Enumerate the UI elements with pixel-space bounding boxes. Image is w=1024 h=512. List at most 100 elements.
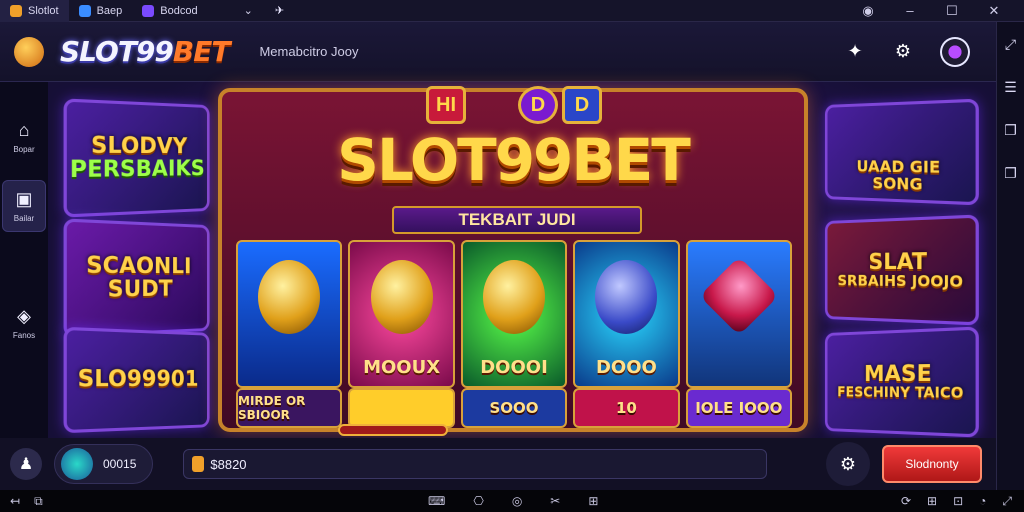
expand-icon[interactable]: ⤢ <box>1002 494 1012 509</box>
settings-icon[interactable]: ⚙ <box>892 41 914 63</box>
bell-icon[interactable]: ◔ <box>979 494 986 509</box>
minimize-icon[interactable]: – <box>898 3 922 19</box>
card-title: SLODVY <box>90 132 188 159</box>
list-icon[interactable]: ☰ <box>1004 79 1017 96</box>
header-subtitle: Memabcitro Jooy <box>259 44 359 59</box>
game-card[interactable]: MASE FESCHINY TAICO <box>824 326 979 438</box>
screenshot-icon[interactable]: ⊞ <box>588 494 598 508</box>
reel-label: DOOO <box>595 357 657 378</box>
right-system-rail: ⤢ ☰ ❐ ❐ <box>996 22 1024 490</box>
window-titlebar: Slotlot Baep Bodcod ⌄ ✈ ◉ – ☐ ✕ <box>0 0 1024 22</box>
home-icon: ⌂ <box>18 120 30 140</box>
bonus-tile[interactable]: 10 <box>573 388 680 428</box>
user-icon[interactable]: ♟ <box>10 448 42 480</box>
balance-pill[interactable]: 00015 <box>54 444 154 484</box>
card-subtitle: SUDT <box>107 276 173 303</box>
coin-icon <box>258 260 321 334</box>
reel: DOOO <box>573 240 680 388</box>
maximize-icon[interactable]: ☐ <box>940 3 964 19</box>
scissors-icon[interactable]: ✂ <box>550 494 560 508</box>
game-stage: SLODVY PERSBAIKS SCAONLI SUDT SLO99901 U… <box>48 82 996 438</box>
logo-accent: BET <box>172 35 231 68</box>
tab-label: Slotlot <box>28 4 59 17</box>
copy-icon[interactable]: ❐ <box>1004 122 1017 139</box>
game-card[interactable]: SLO99901 <box>63 326 210 434</box>
control-bar: ♟ 00015 $8820 ⚙ Slodnonty <box>0 438 996 490</box>
gamepad-icon[interactable]: ⎔ <box>473 494 483 508</box>
grid-icon[interactable]: ⊞ <box>927 494 937 509</box>
diamond-icon: ◈ <box>17 306 31 326</box>
sidebar-item-fanos[interactable]: ◈ Fanos <box>2 298 46 348</box>
card-subtitle: SRBAIHS JOOJO <box>837 271 964 291</box>
game-card[interactable]: SCAONLI SUDT <box>63 218 210 338</box>
reel: DOOOI <box>460 240 568 388</box>
close-icon[interactable]: ✕ <box>982 3 1006 19</box>
app-icon <box>78 4 91 17</box>
bonus-tile[interactable]: IOLE IOOO <box>685 388 793 428</box>
tab-slotlot[interactable]: Slotlot <box>0 0 69 22</box>
machine-badge: HI <box>426 86 466 124</box>
reel: MOOUX <box>348 240 455 388</box>
settings-button[interactable]: ⚙ <box>826 442 870 486</box>
reel <box>685 240 793 388</box>
app-icon <box>142 4 155 17</box>
sidebar-item-home[interactable]: ⌂ Bopar <box>2 112 46 162</box>
card-subtitle: PERSBAIKS <box>69 156 205 184</box>
bonus-row: MIRDE OR SBIOOR SOOO 10 IOLE IOOO <box>236 388 793 428</box>
window-icon[interactable]: ⧉ <box>34 494 43 509</box>
spin-lever-bar[interactable] <box>338 424 448 436</box>
reel-strip: MOOUX DOOOI DOOO <box>236 240 793 388</box>
left-sidebar: ⌂ Bopar ▣ Bailar ◈ Fanos <box>0 82 48 438</box>
chevron-down-icon[interactable]: ⌄ <box>244 4 253 17</box>
tab-baep[interactable]: Baep <box>69 0 133 22</box>
pin-icon[interactable]: ✈ <box>275 4 284 17</box>
sidebar-item-label: Bailar <box>13 214 35 223</box>
puzzle-icon[interactable]: ✦ <box>844 41 866 63</box>
sidebar-item-label: Fanos <box>12 331 36 340</box>
card-title: MASE <box>864 361 932 388</box>
card-title: SLO99901 <box>77 366 199 394</box>
logo-main: SLOT99 <box>60 35 174 68</box>
bonus-tile[interactable]: SOOO <box>460 388 568 428</box>
bet-amount-field[interactable]: $8820 <box>183 449 768 479</box>
expand-icon[interactable]: ⤢ <box>1005 36 1016 53</box>
square-icon: ▣ <box>15 189 33 209</box>
game-card[interactable]: UAAD GIE SONG <box>824 98 979 206</box>
copy-icon[interactable]: ❐ <box>1004 165 1017 182</box>
os-taskbar: ↤ ⧉ ⌨ ⎔ ◎ ✂ ⊞ ⟳ ⊞ ⊡ ◔ ⤢ <box>0 490 1024 512</box>
back-icon[interactable]: ↤ <box>10 494 20 509</box>
location-icon[interactable]: ◎ <box>512 494 522 508</box>
burger-logo-icon[interactable] <box>14 36 44 67</box>
app-logo[interactable]: SLOT99BET <box>60 35 231 68</box>
game-card[interactable]: SLODVY PERSBAIKS <box>63 98 210 218</box>
cannon-icon <box>595 260 658 334</box>
apps-icon[interactable]: ⊡ <box>953 494 963 509</box>
slot-machine: HI D D SLOT99BET TEKBAIT JUDI MOOUX DOOO… <box>218 86 808 432</box>
gold-vase-icon <box>370 260 433 334</box>
app-header: SLOT99BET Memabcitro Jooy ✦ ⚙ <box>0 22 996 82</box>
wallet-icon <box>61 448 93 480</box>
sidebar-item-games[interactable]: ▣ Bailar <box>2 180 46 232</box>
bet-value: $8820 <box>210 456 247 472</box>
reel <box>236 240 343 388</box>
gem-icon <box>699 256 779 336</box>
avatar[interactable] <box>940 36 970 67</box>
bonus-tile[interactable] <box>348 388 455 428</box>
refresh-icon[interactable]: ⟳ <box>901 494 911 509</box>
balance-value: 00015 <box>103 457 137 471</box>
machine-badge: D <box>518 86 558 124</box>
reel-label: DOOOI <box>480 357 548 378</box>
card-title: SCAONLI <box>86 252 192 279</box>
play-button[interactable]: Slodnonty <box>882 445 982 483</box>
machine-title: SLOT99BET <box>337 126 691 194</box>
bonus-tile[interactable]: MIRDE OR SBIOOR <box>236 388 343 428</box>
coin-icon <box>192 456 205 472</box>
reel-label: MOOUX <box>363 357 441 378</box>
tab-bodcod[interactable]: Bodcod ⌄ <box>132 0 263 22</box>
keyboard-icon[interactable]: ⌨ <box>428 494 445 508</box>
card-subtitle: FESCHINY TAICO <box>837 385 964 403</box>
game-card[interactable]: SLAT SRBAIHS JOOJO <box>824 214 979 326</box>
record-icon[interactable]: ◉ <box>856 3 880 19</box>
sidebar-item-label: Bopar <box>13 145 35 154</box>
card-title: SLAT <box>868 249 927 275</box>
